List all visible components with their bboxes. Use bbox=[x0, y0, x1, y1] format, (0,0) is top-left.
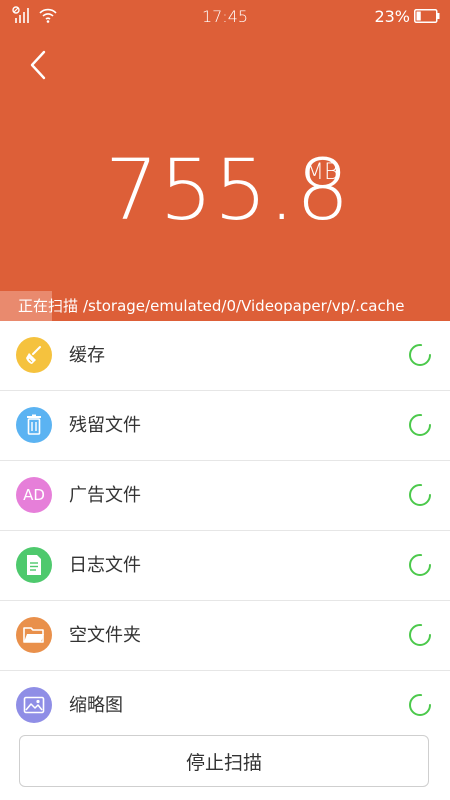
loading-spinner-icon bbox=[409, 414, 431, 436]
category-label: 日志文件 bbox=[69, 555, 141, 576]
ad-icon: AD bbox=[16, 477, 52, 513]
junk-category-list: 缓存 残留文件 AD 广告文件 日志文件 空文件夹 缩略图 bbox=[0, 321, 450, 740]
category-residual-files[interactable]: 残留文件 bbox=[0, 391, 450, 461]
screen: 17:45 23% 755.8 MB 正在扫描 /storage/emulate… bbox=[0, 0, 450, 800]
chevron-left-icon bbox=[30, 50, 46, 80]
scanned-size-value: 755.8 bbox=[105, 141, 351, 239]
battery-percent: 23% bbox=[374, 7, 410, 26]
scan-status-label: 正在扫描 bbox=[18, 297, 79, 315]
scan-current-path: /storage/emulated/0/Videopaper/vp/.cache bbox=[83, 297, 405, 315]
scanned-size-unit: MB bbox=[305, 160, 339, 185]
category-label: 残留文件 bbox=[69, 415, 141, 436]
category-cache[interactable]: 缓存 bbox=[0, 321, 450, 391]
loading-spinner-icon bbox=[409, 694, 431, 716]
stop-scan-button[interactable]: 停止扫描 bbox=[19, 735, 429, 787]
category-ad-files[interactable]: AD 广告文件 bbox=[0, 461, 450, 531]
scan-header: 17:45 23% 755.8 MB 正在扫描 /storage/emulate… bbox=[0, 0, 450, 321]
document-icon bbox=[16, 547, 52, 583]
loading-spinner-icon bbox=[409, 554, 431, 576]
loading-spinner-icon bbox=[409, 624, 431, 646]
category-log-files[interactable]: 日志文件 bbox=[0, 531, 450, 601]
category-label: 空文件夹 bbox=[69, 625, 141, 646]
trash-icon bbox=[16, 407, 52, 443]
ad-icon-text: AD bbox=[23, 486, 45, 504]
category-label: 缓存 bbox=[69, 345, 105, 366]
category-thumbnails[interactable]: 缩略图 bbox=[0, 671, 450, 740]
category-label: 广告文件 bbox=[69, 485, 141, 506]
loading-spinner-icon bbox=[409, 484, 431, 506]
battery-icon bbox=[414, 9, 440, 23]
category-empty-folders[interactable]: 空文件夹 bbox=[0, 601, 450, 671]
broom-icon bbox=[16, 337, 52, 373]
status-bar: 17:45 23% bbox=[0, 0, 450, 32]
scan-status: 正在扫描 /storage/emulated/0/Videopaper/vp/.… bbox=[0, 291, 450, 321]
image-icon bbox=[16, 687, 52, 723]
back-button[interactable] bbox=[24, 48, 54, 82]
folder-icon bbox=[16, 617, 52, 653]
category-label: 缩略图 bbox=[69, 695, 123, 716]
loading-spinner-icon bbox=[409, 344, 431, 366]
